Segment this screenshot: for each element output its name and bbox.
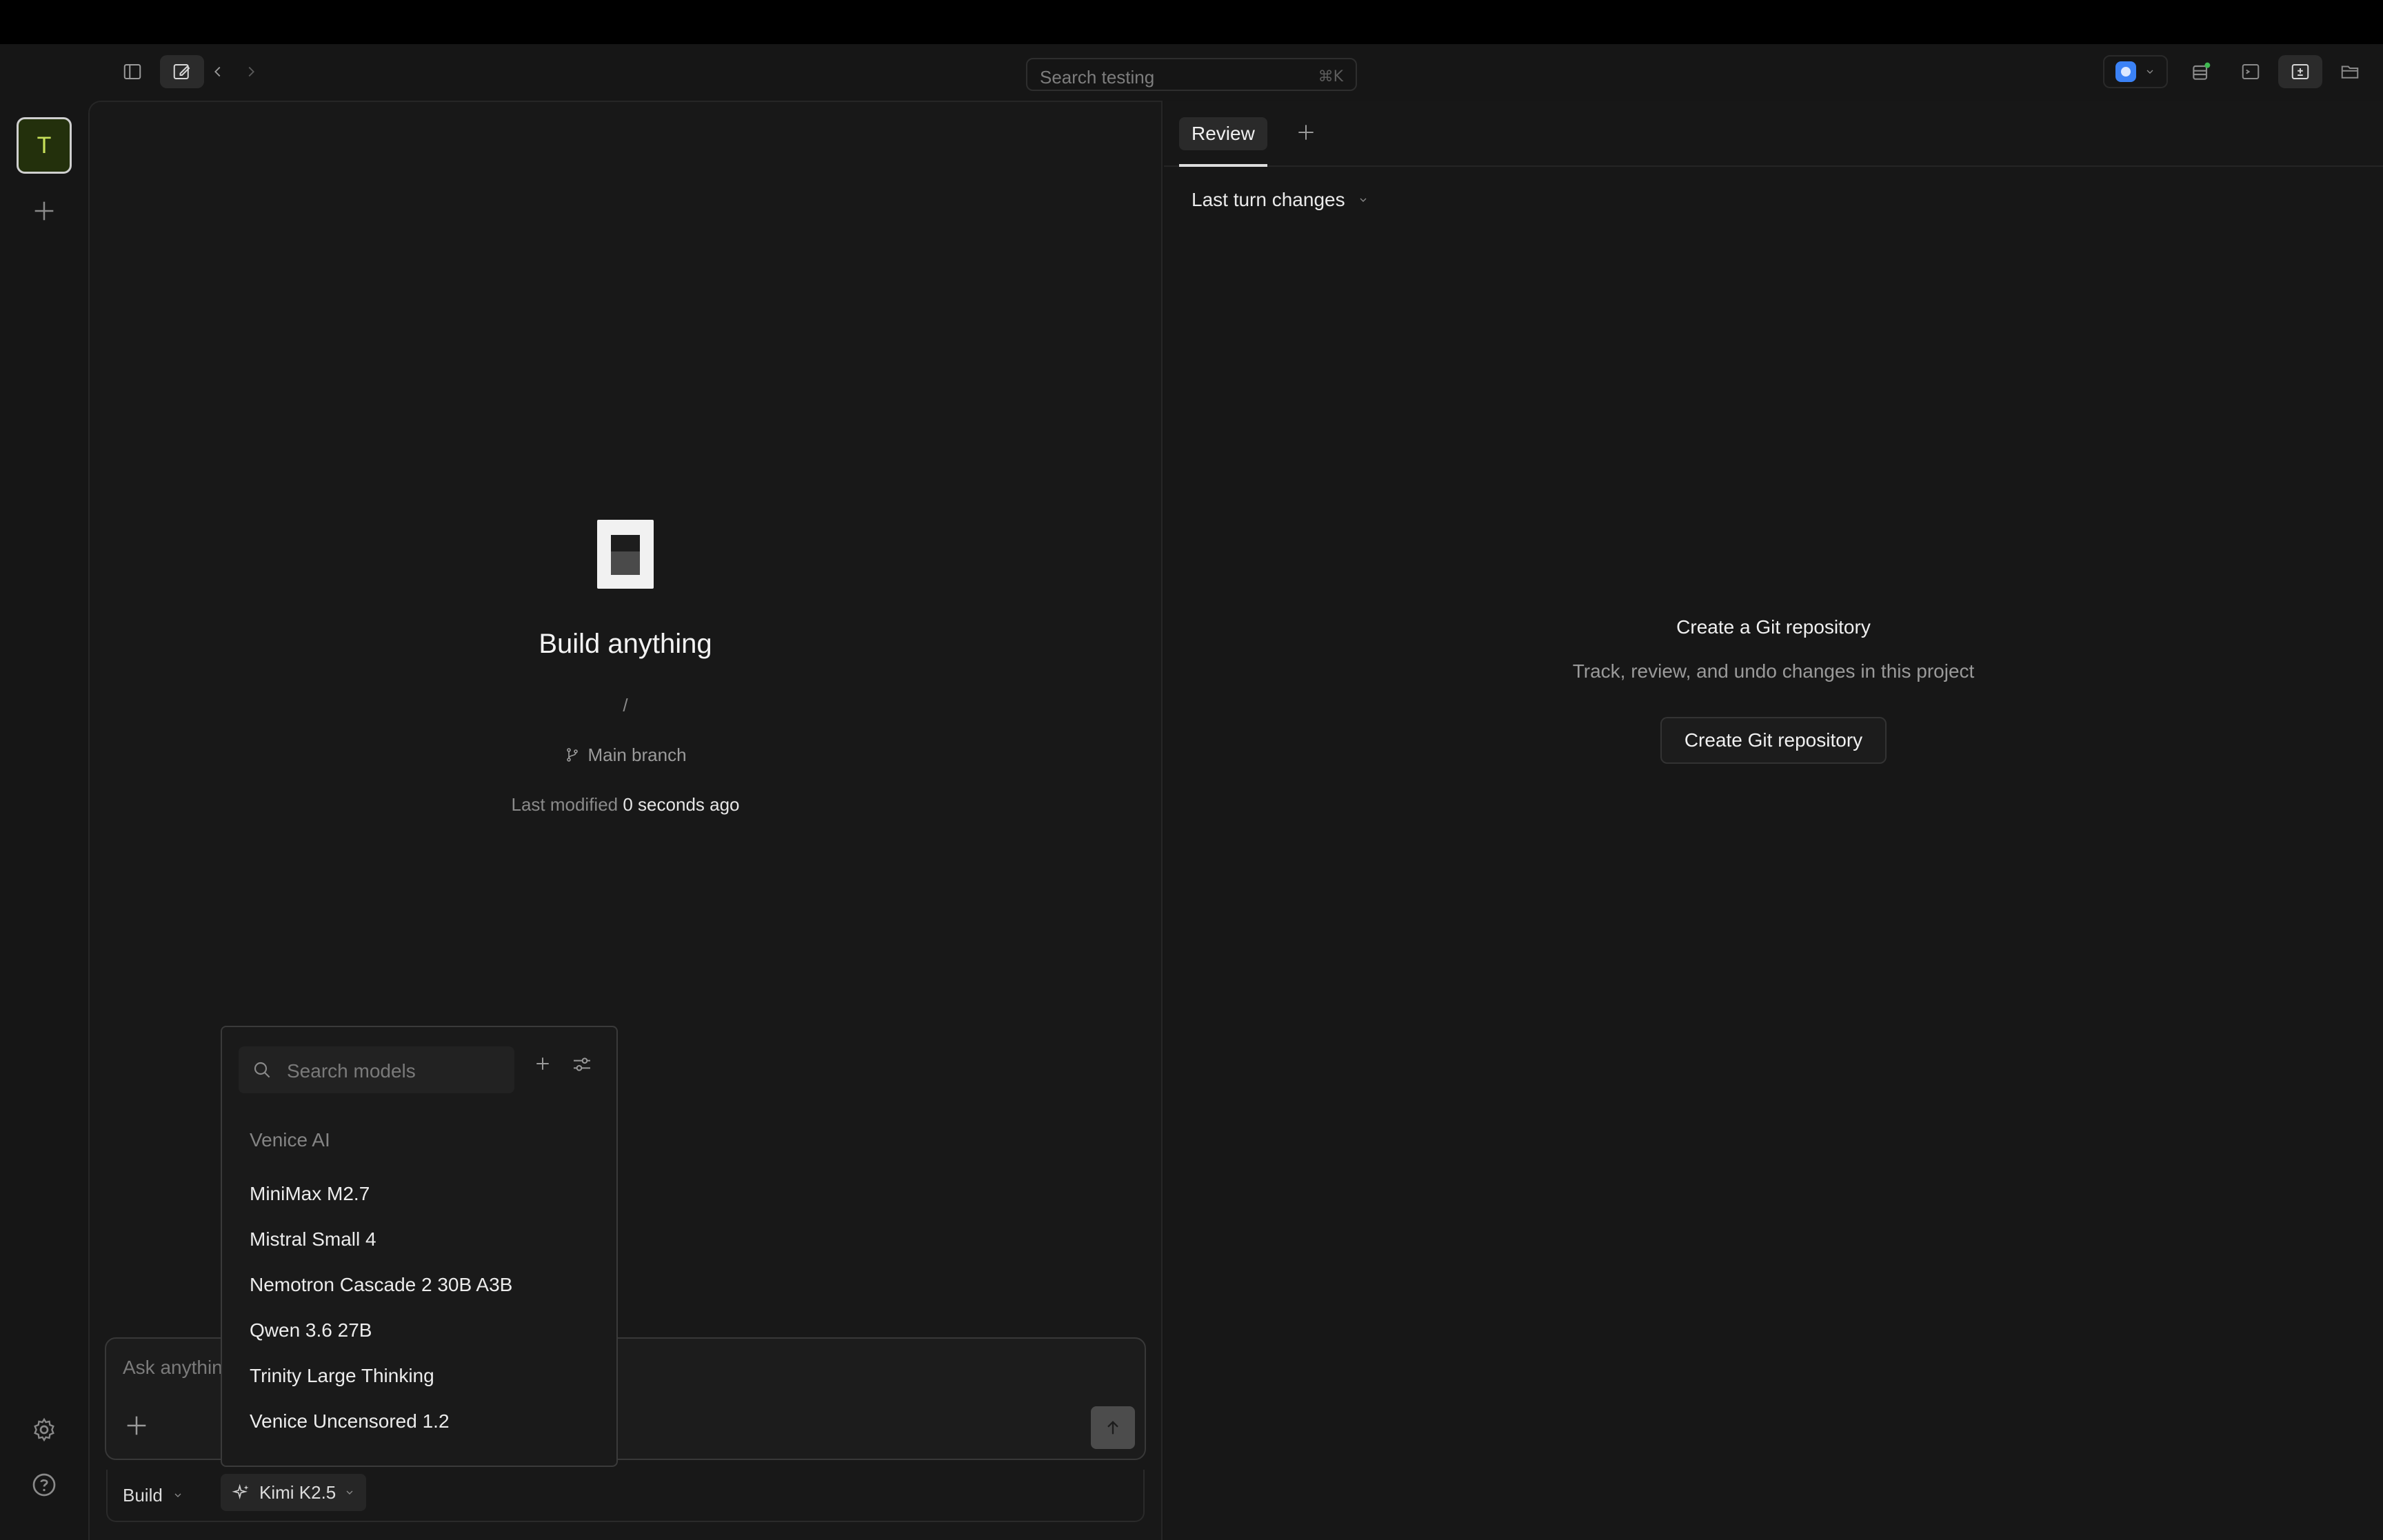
gear-icon	[34, 1417, 54, 1442]
settings-button[interactable]	[30, 1416, 58, 1443]
model-label: Kimi K2.5	[259, 1481, 336, 1503]
model-option[interactable]: Qwen 3.6 27B	[250, 1319, 372, 1341]
model-search-placeholder: Search models	[287, 1060, 416, 1082]
sparkle-icon	[232, 1483, 249, 1500]
add-model-button[interactable]	[532, 1053, 553, 1074]
model-select[interactable]: Kimi K2.5	[221, 1474, 367, 1511]
search-icon	[254, 1062, 270, 1078]
chevron-down-icon	[1360, 198, 1367, 202]
empty-state-subtitle: Track, review, and undo changes in this …	[1572, 660, 1975, 682]
plus-icon	[34, 201, 54, 221]
modified-value: 0 seconds ago	[623, 794, 740, 815]
tab-review[interactable]: Review	[1179, 117, 1267, 150]
model-search-input[interactable]: Search models	[239, 1046, 514, 1093]
diff-icon	[2291, 64, 2309, 79]
sliders-icon	[574, 1057, 590, 1071]
hero-title: Build anything	[539, 629, 712, 659]
mode-select[interactable]: Build	[123, 1477, 183, 1514]
chevron-down-icon	[174, 1493, 181, 1497]
model-option[interactable]: Trinity Large Thinking	[250, 1365, 434, 1387]
changes-filter-label: Last turn changes	[1192, 189, 1345, 210]
terminal-icon	[2242, 64, 2260, 79]
project-avatar[interactable]: T	[17, 117, 72, 174]
plus-icon	[1298, 125, 1314, 140]
model-option[interactable]: MiniMax M2.7	[250, 1183, 370, 1205]
model-option[interactable]: Venice Uncensored 1.2	[250, 1410, 450, 1432]
search-shortcut: ⌘K	[1318, 68, 1343, 85]
review-tab-bar	[1164, 101, 2383, 167]
plus-icon	[536, 1057, 549, 1070]
attach-button[interactable]	[123, 1412, 150, 1439]
window-top-strip	[0, 0, 2383, 44]
arrow-up-icon	[1107, 1421, 1118, 1435]
project-path: /	[623, 695, 628, 716]
modified-label: Last modified	[511, 794, 619, 815]
back-button[interactable]	[204, 55, 232, 88]
branch-label: Main branch	[587, 744, 687, 765]
add-tab-button[interactable]	[1295, 121, 1317, 143]
help-icon	[32, 1473, 56, 1497]
active-tab-indicator	[1179, 164, 1267, 167]
chevron-left-icon	[214, 66, 221, 77]
chevron-right-icon	[248, 66, 254, 77]
files-button[interactable]	[2328, 55, 2372, 88]
help-button[interactable]	[30, 1471, 58, 1499]
create-git-repository-button[interactable]: Create Git repository	[1660, 717, 1887, 764]
chevron-down-icon	[346, 1490, 353, 1495]
edit-icon	[173, 64, 190, 79]
empty-state-title: Create a Git repository	[1676, 616, 1871, 638]
account-menu-button[interactable]	[2103, 55, 2168, 88]
prompt-placeholder: Ask anything	[123, 1357, 234, 1378]
search-input[interactable]: Search testing ⌘K	[1026, 58, 1357, 91]
new-session-button[interactable]	[160, 55, 204, 88]
review-panel: Review Last turn changes Create a Git re…	[1164, 101, 2383, 1540]
model-option[interactable]: Nemotron Cascade 2 30B A3B	[250, 1274, 512, 1296]
forward-button[interactable]	[237, 55, 265, 88]
model-dropdown: Search models Venice AI MiniMax M2.7 Mis…	[221, 1026, 618, 1467]
model-option[interactable]: Mistral Small 4	[250, 1228, 376, 1250]
terminal-button[interactable]	[2229, 55, 2273, 88]
git-branch-icon	[567, 748, 579, 762]
chevron-down-icon	[2146, 70, 2153, 74]
last-modified: Last modified 0 seconds ago	[88, 794, 1163, 815]
provider-heading: Venice AI	[250, 1129, 330, 1151]
server-status-icon	[2193, 62, 2211, 80]
title-bar: Search testing ⌘K	[0, 44, 2383, 101]
add-project-button[interactable]	[30, 197, 58, 225]
review-panel-button[interactable]	[2278, 55, 2322, 88]
send-button[interactable]	[1091, 1406, 1135, 1449]
plus-icon	[127, 1416, 146, 1435]
search-placeholder: Search testing	[1040, 67, 1155, 88]
model-filter-button[interactable]	[571, 1053, 593, 1075]
app-icon	[2115, 61, 2136, 82]
status-button[interactable]	[2179, 55, 2223, 88]
project-rail: T	[0, 101, 88, 1540]
sidebar-icon	[123, 64, 141, 79]
toggle-sidebar-button[interactable]	[110, 55, 154, 88]
project-initial: T	[37, 132, 52, 159]
branch-info: Main branch	[88, 744, 1163, 766]
folder-icon	[2341, 65, 2359, 79]
mode-label: Build	[123, 1484, 163, 1506]
app-logo	[597, 520, 654, 589]
changes-filter-select[interactable]: Last turn changes	[1192, 189, 1369, 211]
